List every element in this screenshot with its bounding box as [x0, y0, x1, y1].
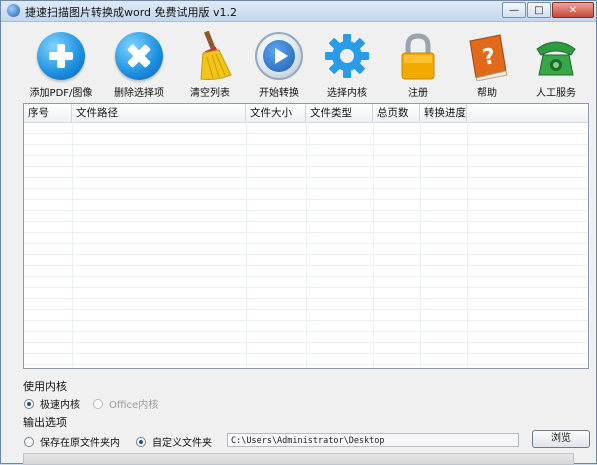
- grid-column-line: [420, 122, 421, 368]
- column-header-pages[interactable]: 总页数: [373, 104, 420, 122]
- column-header-index[interactable]: 序号: [24, 104, 72, 122]
- file-table[interactable]: 序号 文件路径 文件大小 文件类型 总页数 转换进度: [23, 103, 589, 369]
- grid-column-line: [306, 122, 307, 368]
- help-label: 帮助: [477, 88, 497, 99]
- grid-column-line: [246, 122, 247, 368]
- human-service-button[interactable]: 人工服务: [516, 31, 596, 99]
- save-original-folder-label: 保存在原文件夹内: [40, 438, 120, 449]
- browse-button[interactable]: 浏览: [532, 430, 590, 448]
- phone-icon: [531, 31, 581, 81]
- register-label: 注册: [408, 88, 428, 99]
- select-engine-label: 选择内核: [327, 88, 367, 99]
- add-file-button[interactable]: 添加PDF/图像: [21, 31, 101, 99]
- engine-office-radio: Office内核: [93, 396, 158, 411]
- custom-folder-label: 自定义文件夹: [152, 438, 212, 449]
- register-button[interactable]: 注册: [378, 31, 458, 99]
- select-engine-button[interactable]: 选择内核: [307, 31, 387, 99]
- radio-selected-icon: [136, 436, 146, 447]
- help-book-icon: ?: [462, 31, 512, 82]
- column-header-path[interactable]: 文件路径: [72, 104, 246, 122]
- minimize-button[interactable]: —: [502, 2, 526, 18]
- column-header-size[interactable]: 文件大小: [246, 104, 306, 122]
- broom-icon: [185, 30, 235, 81]
- grid-column-line: [467, 122, 468, 368]
- save-original-folder-radio[interactable]: 保存在原文件夹内: [24, 434, 120, 449]
- add-icon: [36, 31, 86, 81]
- column-header-type[interactable]: 文件类型: [306, 104, 373, 122]
- custom-folder-radio[interactable]: 自定义文件夹: [136, 434, 212, 449]
- delete-selected-label: 删除选择项: [114, 88, 164, 99]
- app-window: 捷速扫描图片转换成word 免费试用版 v1.2 — □ ✕ 添加PDF/图像 …: [0, 0, 597, 465]
- grid-column-line: [72, 122, 73, 368]
- maximize-icon: □: [534, 4, 544, 16]
- column-header-progress[interactable]: 转换进度: [420, 104, 467, 122]
- table-header: 序号 文件路径 文件大小 文件类型 总页数 转换进度: [24, 104, 588, 123]
- toolbar: 添加PDF/图像 删除选择项 清空列表 开始转换 选择内核 注册 ? 帮助 人工…: [1, 23, 596, 99]
- engine-fast-radio[interactable]: 极速内核: [24, 396, 80, 411]
- human-service-label: 人工服务: [536, 88, 576, 99]
- gear-icon: [322, 31, 372, 81]
- delete-icon: [114, 31, 164, 81]
- radio-unselected-icon: [24, 436, 34, 447]
- grid-column-line: [373, 122, 374, 368]
- engine-section-title: 使用内核: [23, 380, 67, 393]
- title-bar[interactable]: 捷速扫描图片转换成word 免费试用版 v1.2 — □ ✕: [1, 1, 596, 22]
- play-icon: [254, 31, 304, 81]
- engine-fast-label: 极速内核: [40, 400, 80, 411]
- app-icon: [7, 4, 20, 17]
- output-section-title: 输出选项: [23, 416, 67, 429]
- lock-icon: [393, 31, 443, 81]
- minimize-icon: —: [509, 4, 519, 16]
- radio-selected-icon: [24, 398, 34, 409]
- clear-list-label: 清空列表: [190, 88, 230, 99]
- window-title: 捷速扫描图片转换成word 免费试用版 v1.2: [25, 6, 238, 19]
- output-path-input[interactable]: C:\Users\Administrator\Desktop: [227, 433, 519, 447]
- close-icon: ✕: [568, 4, 578, 16]
- delete-selected-button[interactable]: 删除选择项: [99, 31, 179, 99]
- add-file-label: 添加PDF/图像: [29, 88, 93, 99]
- engine-office-label: Office内核: [109, 400, 159, 411]
- maximize-button[interactable]: □: [527, 2, 551, 18]
- window-controls: — □ ✕: [501, 2, 594, 18]
- radio-unselected-icon: [93, 398, 103, 409]
- close-button[interactable]: ✕: [552, 2, 594, 18]
- clear-list-button[interactable]: 清空列表: [170, 30, 250, 99]
- help-button[interactable]: ? 帮助: [447, 31, 527, 99]
- status-bar: [23, 453, 574, 465]
